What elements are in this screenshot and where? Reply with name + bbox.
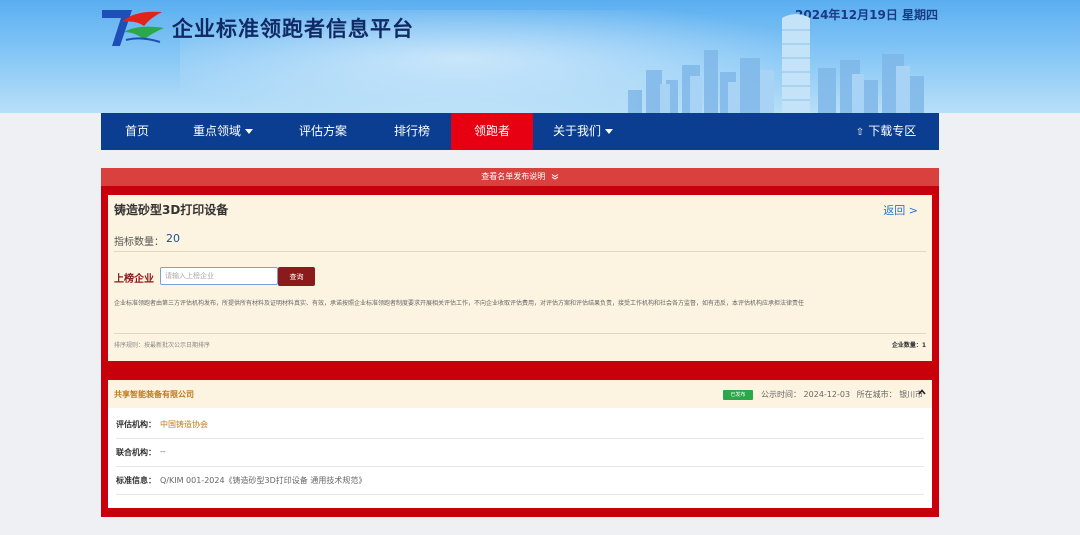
- chevron-down-icon: [245, 129, 253, 134]
- chevron-down-icon: [605, 129, 613, 134]
- nav-item-about-us[interactable]: 关于我们: [533, 113, 633, 150]
- query-button[interactable]: 查询: [278, 267, 315, 286]
- divider: [114, 333, 926, 334]
- joint-org-value: --: [160, 447, 166, 456]
- site-logo-icon[interactable]: [100, 6, 166, 48]
- detail-row-joint-org: 联合机构： --: [116, 438, 924, 467]
- site-header: 企业标准领跑者信息平台 2024年12月19日 星期四: [0, 0, 1080, 113]
- product-title: 铸造砂型3D打印设备: [114, 203, 229, 217]
- indicator-count-label: 指标数量：: [114, 237, 164, 248]
- nav-item-key-fields[interactable]: 重点领域: [173, 113, 273, 150]
- standard-value[interactable]: Q/KIM 001-2024《铸造砂型3D打印设备 通用技术规范》: [160, 475, 366, 486]
- nav-item-leaders[interactable]: 领跑者: [451, 113, 533, 150]
- main-nav: 首页 重点领域 评估方案 排行榜 领跑者 关于我们 ⇧ 下载专区: [101, 113, 939, 150]
- back-link[interactable]: 返回 >: [883, 202, 918, 218]
- result-card-header[interactable]: 共享智能装备有限公司 已发布 公示时间： 2024-12-03 所在城市： 银川…: [108, 380, 932, 408]
- double-chevron-down-icon: [551, 173, 559, 180]
- status-badge: 已发布: [723, 390, 753, 400]
- result-meta: 公示时间： 2024-12-03 所在城市： 银川市: [761, 390, 924, 399]
- evaluator-value[interactable]: 中国铸造协会: [160, 419, 208, 430]
- nav-item-home[interactable]: 首页: [101, 113, 173, 150]
- enterprise-count: 企业数量：1: [891, 342, 926, 349]
- download-icon: ⇧: [855, 127, 865, 138]
- result-card: 共享智能装备有限公司 已发布 公示时间： 2024-12-03 所在城市： 银川…: [108, 380, 932, 508]
- detail-row-standard: 标准信息： Q/KIM 001-2024《铸造砂型3D打印设备 通用技术规范》: [116, 466, 924, 495]
- city-skyline-decoration: [628, 14, 924, 113]
- site-title: 企业标准领跑者信息平台: [172, 17, 414, 41]
- sort-rule: 排序规则：按最新批次公示日期排序: [114, 342, 211, 349]
- publish-date: 2024-12-03: [803, 390, 851, 399]
- disclaimer-text: 企业标准领跑者由第三方评估机构发布，所提供所有材料及证明材料真实、有效，承诺按照…: [114, 300, 805, 307]
- detail-row-evaluator: 评估机构： 中国铸造协会: [116, 410, 924, 439]
- indicator-count-value: 20: [166, 232, 180, 245]
- nav-item-evaluation-plan[interactable]: 评估方案: [273, 113, 373, 150]
- divider: [114, 251, 926, 252]
- chevron-up-icon[interactable]: [918, 388, 926, 396]
- search-label: 上榜企业: [114, 274, 154, 285]
- nav-item-download[interactable]: ⇧ 下载专区: [841, 113, 931, 150]
- company-name[interactable]: 共享智能装备有限公司: [114, 389, 194, 400]
- product-panel: 铸造砂型3D打印设备 返回 > 指标数量： 20 上榜企业 查询 企业标准领跑者…: [108, 195, 932, 361]
- enterprise-search-input[interactable]: [160, 267, 278, 285]
- notice-toggle[interactable]: 查看名单发布说明: [101, 168, 939, 186]
- nav-item-ranking[interactable]: 排行榜: [373, 113, 451, 150]
- content-wrapper: 查看名单发布说明 铸造砂型3D打印设备 返回 > 指标数量： 20 上榜企业 查…: [101, 168, 939, 517]
